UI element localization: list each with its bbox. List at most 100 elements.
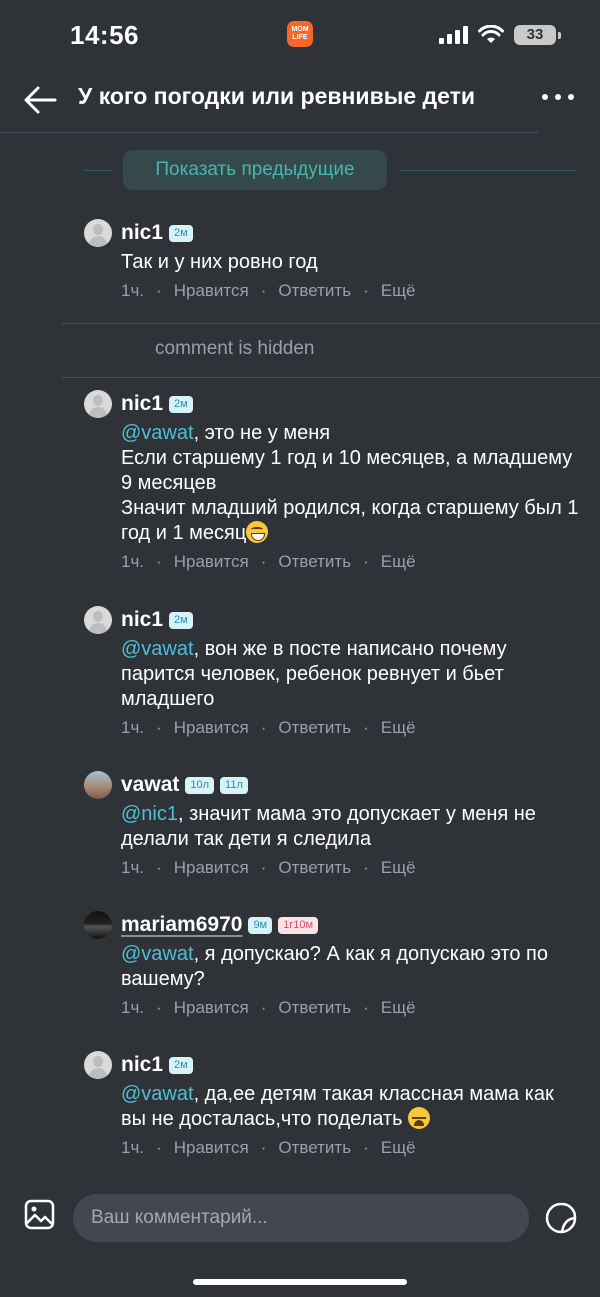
more-button[interactable]: Ещё — [381, 998, 416, 1018]
reply-button[interactable]: Ответить — [278, 281, 351, 301]
username[interactable]: vawat — [121, 773, 179, 797]
username[interactable]: nic1 — [121, 392, 163, 416]
separator: · — [363, 1138, 369, 1157]
home-indicator — [193, 1279, 407, 1285]
mention-link[interactable]: @vawat — [121, 422, 194, 444]
comment: mariam6970 9м 1г10м @vawat, я допускаю? … — [84, 910, 584, 1018]
like-button[interactable]: Нравится — [174, 552, 249, 572]
like-button[interactable]: Нравится — [174, 858, 249, 878]
comment-time: 1ч. — [121, 1138, 145, 1157]
comment-actions: 1ч. · Нравится · Ответить · Ещё — [121, 552, 584, 572]
like-button[interactable]: Нравится — [174, 1138, 249, 1158]
comment: nic1 2м @vawat, это не у меня Если старш… — [84, 389, 584, 572]
reply-button[interactable]: Ответить — [278, 858, 351, 878]
battery-icon: 33 — [514, 25, 561, 45]
comment-time: 1ч. — [121, 718, 145, 737]
reply-button[interactable]: Ответить — [278, 998, 351, 1018]
grinning-face-icon — [246, 521, 269, 543]
mention-link[interactable]: @vawat — [121, 638, 194, 660]
separator: · — [156, 552, 162, 571]
status-icons: 33 — [439, 24, 561, 46]
comment-text: Так и у них ровно год — [121, 250, 581, 275]
child-age-badge: 2м — [169, 224, 193, 242]
avatar[interactable] — [84, 219, 112, 247]
divider-line — [84, 170, 112, 171]
comment-body: , значит мама это допускает у меня не де… — [121, 803, 536, 850]
mention-link[interactable]: @nic1 — [121, 803, 178, 825]
reply-button[interactable]: Ответить — [278, 552, 351, 572]
username[interactable]: nic1 — [121, 1053, 163, 1077]
more-button[interactable]: Ещё — [381, 718, 416, 738]
child-age-badge: 2м — [169, 395, 193, 413]
comment-composer — [0, 1180, 600, 1250]
comment-body: Так и у них ровно год — [121, 251, 318, 273]
divider-line — [62, 323, 600, 324]
child-age-badge: 2м — [169, 611, 193, 629]
separator: · — [260, 1138, 267, 1157]
reply-button[interactable]: Ответить — [278, 1138, 351, 1158]
child-age-badge: 11л — [220, 776, 248, 794]
separator: · — [156, 998, 162, 1017]
comment: nic1 2м @vawat, да,ее детям такая классн… — [84, 1050, 584, 1158]
separator: · — [363, 858, 369, 877]
separator: · — [363, 552, 369, 571]
comment-actions: 1ч. · Нравится · Ответить · Ещё — [121, 281, 584, 301]
username[interactable]: nic1 — [121, 221, 163, 245]
avatar[interactable] — [84, 771, 112, 799]
divider-line — [62, 377, 600, 378]
username[interactable]: nic1 — [121, 608, 163, 632]
sticker-icon[interactable] — [544, 1201, 578, 1235]
child-age-badge: 9м — [248, 916, 273, 934]
like-button[interactable]: Нравится — [174, 998, 249, 1018]
avatar[interactable] — [84, 390, 112, 418]
username[interactable]: mariam6970 — [121, 913, 242, 937]
separator: · — [156, 1138, 162, 1157]
separator: · — [260, 552, 267, 571]
comment-text: @vawat, да,ее детям такая классная мама … — [121, 1082, 581, 1132]
separator: · — [156, 281, 162, 300]
avatar[interactable] — [84, 1051, 112, 1079]
app-notification-icon: MOM LIFE — [287, 21, 313, 47]
more-button[interactable]: Ещё — [381, 858, 416, 878]
child-age-badge: 2м — [169, 1056, 193, 1074]
comment: nic1 2м @vawat, вон же в посте написано … — [84, 605, 584, 738]
separator: · — [156, 718, 162, 737]
mention-link[interactable]: @vawat — [121, 943, 194, 965]
status-time: 14:56 — [70, 20, 139, 50]
comment-time: 1ч. — [121, 552, 145, 571]
comment-text: @nic1, значит мама это допускает у меня … — [121, 802, 581, 852]
comment: nic1 2м Так и у них ровно год 1ч. · Нрав… — [84, 218, 584, 301]
comment-input[interactable] — [73, 1194, 529, 1242]
image-attach-icon[interactable] — [24, 1199, 55, 1230]
separator: · — [363, 998, 369, 1017]
comment-time: 1ч. — [121, 281, 145, 300]
more-button[interactable]: Ещё — [381, 1138, 416, 1158]
like-button[interactable]: Нравится — [174, 718, 249, 738]
separator: · — [260, 858, 267, 877]
comment-text: @vawat, вон же в посте написано почему п… — [121, 637, 581, 712]
comment-actions: 1ч. · Нравится · Ответить · Ещё — [121, 998, 584, 1018]
more-options-icon[interactable] — [542, 94, 574, 104]
more-button[interactable]: Ещё — [381, 552, 416, 572]
comment-actions: 1ч. · Нравится · Ответить · Ещё — [121, 1138, 584, 1158]
separator: · — [156, 858, 162, 877]
header: У кого погодки или ревнивые дети — [0, 70, 600, 134]
more-button[interactable]: Ещё — [381, 281, 416, 301]
header-divider — [0, 132, 538, 133]
avatar[interactable] — [84, 606, 112, 634]
comment-time: 1ч. — [121, 998, 145, 1017]
reply-button[interactable]: Ответить — [278, 718, 351, 738]
like-button[interactable]: Нравится — [174, 281, 249, 301]
child-age-badge: 10л — [185, 776, 215, 794]
mention-link[interactable]: @vawat — [121, 1083, 194, 1105]
hidden-comment-label: comment is hidden — [155, 338, 315, 359]
separator: · — [363, 718, 369, 737]
comment: vawat 10л 11л @nic1, значит мама это доп… — [84, 770, 584, 878]
divider-line — [399, 170, 576, 171]
avatar[interactable] — [84, 911, 112, 939]
back-arrow-icon[interactable] — [22, 84, 58, 116]
show-previous-button[interactable]: Показать предыдущие — [123, 150, 387, 190]
separator: · — [260, 718, 267, 737]
comment-text: @vawat, я допускаю? А как я допускаю это… — [121, 942, 581, 992]
cellular-signal-icon — [439, 26, 468, 44]
